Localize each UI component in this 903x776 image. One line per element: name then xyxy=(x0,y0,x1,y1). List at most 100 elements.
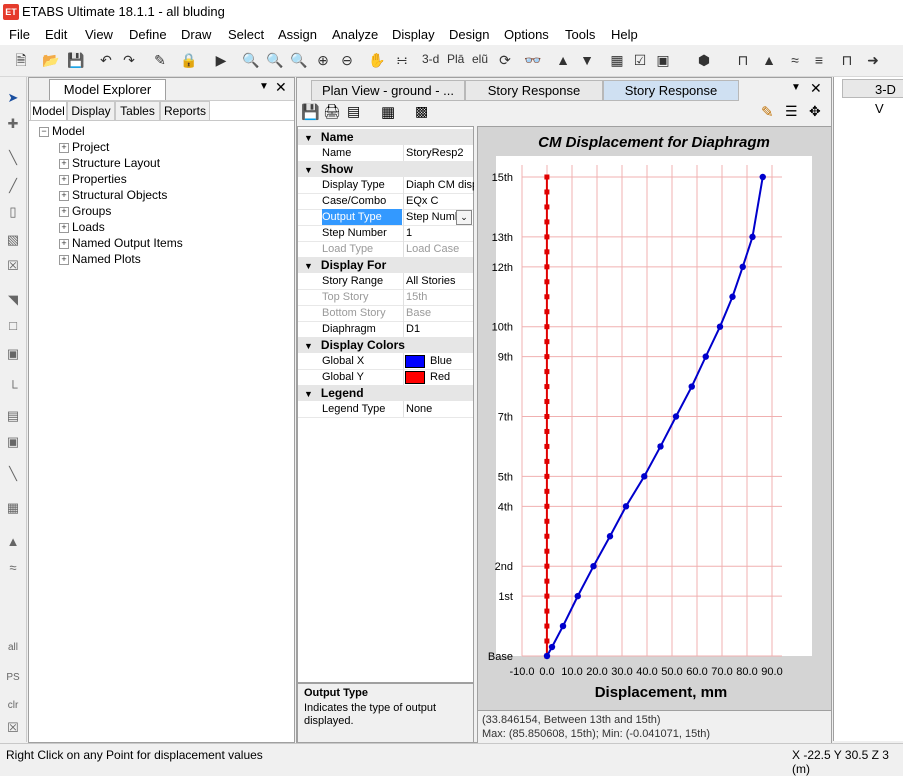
category-legend[interactable]: ▼ Legend xyxy=(298,385,473,401)
tree-item-project[interactable]: + Project xyxy=(59,140,109,154)
frame-icon[interactable]: ⊓ xyxy=(734,51,752,69)
intersecting-line-icon[interactable]: ☒ xyxy=(4,719,22,737)
model-explorer-title[interactable]: Model Explorer xyxy=(49,79,166,100)
property-value[interactable]: Diaph CM disp xyxy=(403,177,474,193)
property-case-combo[interactable]: Case/Combo EQx C xyxy=(298,193,473,210)
quick-draw-floor-icon[interactable]: ▣ xyxy=(4,345,22,363)
table-view-icon[interactable]: ▦ xyxy=(381,103,395,121)
move-up-icon[interactable]: ▲ xyxy=(554,51,572,69)
draw-grid-icon[interactable]: ▦ xyxy=(4,499,22,517)
draw-rect-floor-icon[interactable]: □ xyxy=(4,317,22,335)
menu-analyze[interactable]: Analyze xyxy=(332,27,378,42)
view-3d-button[interactable]: 3-d xyxy=(422,52,439,66)
tab-plan-view[interactable]: Plan View - ground - ... xyxy=(311,80,465,101)
deformed-shape-icon[interactable]: ≈ xyxy=(786,51,804,69)
collapse-icon[interactable]: ▼ xyxy=(304,133,313,143)
close-tab-icon[interactable]: ✕ xyxy=(810,80,822,97)
open-folder-icon[interactable]: 📂 xyxy=(42,51,60,69)
reshape-icon[interactable]: ✚ xyxy=(4,115,22,133)
property-legend-type[interactable]: Legend Type None xyxy=(298,401,473,418)
edit-icon[interactable]: ✎ xyxy=(761,103,774,121)
undo-icon[interactable]: ↶ xyxy=(97,51,115,69)
draw-opening-icon[interactable]: ▣ xyxy=(4,433,22,451)
menu-tools[interactable]: Tools xyxy=(565,27,595,42)
menu-file[interactable]: File xyxy=(9,27,30,42)
dropdown-arrow-icon[interactable]: ▼ xyxy=(259,81,269,92)
tab-reports[interactable]: Reports xyxy=(160,101,210,120)
perspective-icon[interactable]: 👓 xyxy=(524,51,542,69)
category-show[interactable]: ▼ Show xyxy=(298,161,473,177)
new-file-icon[interactable]: 🗎 xyxy=(12,51,30,69)
print-icon[interactable]: 🖨 xyxy=(323,103,341,120)
plot-options-icon[interactable]: ▤ xyxy=(347,103,360,120)
property-value[interactable]: Step Numb xyxy=(403,209,458,225)
collapse-icon[interactable]: ▼ xyxy=(304,389,313,399)
save-plot-icon[interactable]: 💾 xyxy=(301,103,320,121)
draw-dimension-icon[interactable]: ≈ xyxy=(4,559,22,577)
draw-wall-icon[interactable]: └ xyxy=(4,379,22,397)
menu-design[interactable]: Design xyxy=(449,27,489,42)
category-name[interactable]: ▼ Name xyxy=(298,129,473,145)
previous-selection-button[interactable]: PS xyxy=(4,669,22,687)
draw-tendon-icon[interactable]: ▲ xyxy=(4,533,22,551)
chart-type-icon[interactable]: ▩ xyxy=(415,103,428,120)
arrow-tool-icon[interactable]: ➜ xyxy=(864,51,882,69)
expand-icon[interactable]: + xyxy=(59,206,69,217)
collapse-icon[interactable]: ▼ xyxy=(304,165,313,175)
category-display-colors[interactable]: ▼ Display Colors xyxy=(298,337,473,353)
tree-item-named-plots[interactable]: + Named Plots xyxy=(59,252,141,266)
tree-item-structural-objects[interactable]: + Structural Objects xyxy=(59,188,167,202)
restraint-icon[interactable]: ▲ xyxy=(760,51,778,69)
color-swatch-global-y[interactable] xyxy=(405,371,425,384)
tab-story-response-2[interactable]: Story Response xyxy=(603,80,739,101)
collapse-icon[interactable]: ▼ xyxy=(304,261,313,271)
expand-icon[interactable]: + xyxy=(59,238,69,249)
menu-options[interactable]: Options xyxy=(504,27,549,42)
pointer-icon[interactable]: ➤ xyxy=(4,89,22,107)
tab-list-dropdown-icon[interactable]: ▼ xyxy=(791,82,801,93)
expand-icon[interactable]: + xyxy=(59,158,69,169)
menu-view[interactable]: View xyxy=(85,27,113,42)
tree-item-structure-layout[interactable]: + Structure Layout xyxy=(59,156,160,170)
draw-cross-brace-icon[interactable]: ☒ xyxy=(4,257,22,275)
expand-icon[interactable]: + xyxy=(59,222,69,233)
tree-item-named-output-items[interactable]: + Named Output Items xyxy=(59,236,183,250)
collapse-icon[interactable]: ▼ xyxy=(304,341,313,351)
zoom-in-icon[interactable]: ⊕ xyxy=(314,51,332,69)
tree-item-properties[interactable]: + Properties xyxy=(59,172,127,186)
displacement-chart[interactable]: CM Displacement for Diaphragm -10.0 0.0 10… xyxy=(478,127,831,710)
tab-display[interactable]: Display xyxy=(67,101,115,120)
menu-select[interactable]: Select xyxy=(228,27,264,42)
zoom-rubberband-icon[interactable]: 🔍 xyxy=(290,51,308,69)
clear-selection-button[interactable]: clr xyxy=(4,697,22,715)
draw-wall-stack-icon[interactable]: ▤ xyxy=(4,407,22,425)
property-value[interactable]: StoryResp2 xyxy=(403,145,474,161)
object-shrink-icon[interactable]: ▣ xyxy=(654,51,672,69)
save-icon[interactable]: 💾 xyxy=(67,51,85,69)
property-value[interactable]: EQx C xyxy=(403,193,474,209)
tree-item-groups[interactable]: + Groups xyxy=(59,204,111,218)
property-output-type[interactable]: Output Type Step Numb ⌄ xyxy=(298,209,473,226)
menu-draw[interactable]: Draw xyxy=(181,27,211,42)
property-global-y[interactable]: Global Y Red xyxy=(298,369,473,386)
frame-design-icon[interactable]: ⊓ xyxy=(838,51,856,69)
select-all-button[interactable]: all xyxy=(4,639,22,657)
move-down-icon[interactable]: ▼ xyxy=(578,51,596,69)
frame-forces-icon[interactable]: ≡ xyxy=(810,51,828,69)
property-global-x[interactable]: Global X Blue xyxy=(298,353,473,370)
menu-help[interactable]: Help xyxy=(611,27,638,42)
tab-3d-view[interactable]: 3-D V xyxy=(842,79,903,116)
draw-column-icon[interactable]: ▯ xyxy=(4,203,22,221)
draw-link-icon[interactable]: ╲ xyxy=(4,465,22,483)
close-icon[interactable]: ✕ xyxy=(275,79,287,96)
tab-story-response-1[interactable]: Story Response xyxy=(465,80,603,101)
property-name[interactable]: Name StoryResp2 xyxy=(298,145,473,162)
category-display-for[interactable]: ▼ Display For xyxy=(298,257,473,273)
zoom-window-icon[interactable]: 🔍 xyxy=(242,51,260,69)
property-diaphragm[interactable]: Diaphragm D1 xyxy=(298,321,473,338)
property-display-type[interactable]: Display Type Diaph CM disp xyxy=(298,177,474,194)
expand-icon[interactable]: + xyxy=(59,190,69,201)
tree-item-loads[interactable]: + Loads xyxy=(59,220,105,234)
draw-floor-icon[interactable]: ◥ xyxy=(4,291,22,309)
draw-beam-icon[interactable]: ╱ xyxy=(4,177,22,195)
